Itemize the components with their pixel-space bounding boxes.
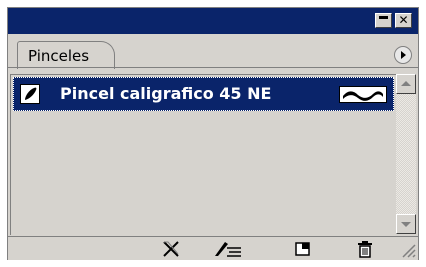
brush-options-icon[interactable]	[213, 240, 243, 258]
delete-brush-icon[interactable]	[355, 240, 375, 258]
panel-title-bar[interactable]: ✕	[8, 8, 418, 34]
panel-menu-button[interactable]	[394, 46, 412, 64]
brush-list-item[interactable]: Pincel caligrafico 45 NE	[13, 77, 394, 111]
tab-pinceles[interactable]: Pinceles	[17, 41, 115, 69]
close-icon: ✕	[398, 13, 409, 27]
tab-label: Pinceles	[28, 47, 90, 65]
calligraphic-brush-icon	[20, 84, 40, 104]
stroke-preview-icon	[339, 86, 387, 103]
remove-brush-stroke-icon[interactable]	[161, 240, 181, 258]
tab-divider	[8, 67, 418, 68]
brush-name: Pincel caligrafico 45 NE	[60, 84, 272, 103]
minimize-button[interactable]	[375, 13, 392, 28]
brushes-panel: ✕ Pinceles Pincel caligrafico 45 NE	[7, 7, 419, 260]
new-brush-icon[interactable]	[293, 240, 313, 258]
scroll-down-button[interactable]	[396, 214, 416, 234]
close-button[interactable]: ✕	[395, 13, 412, 28]
scroll-up-button[interactable]	[396, 74, 416, 94]
panel-bottom-toolbar	[8, 236, 418, 260]
vertical-scrollbar[interactable]	[396, 74, 416, 234]
tab-row: Pinceles	[8, 34, 418, 69]
resize-grip-icon[interactable]	[400, 242, 416, 258]
brush-list: Pincel caligrafico 45 NE	[10, 74, 396, 235]
